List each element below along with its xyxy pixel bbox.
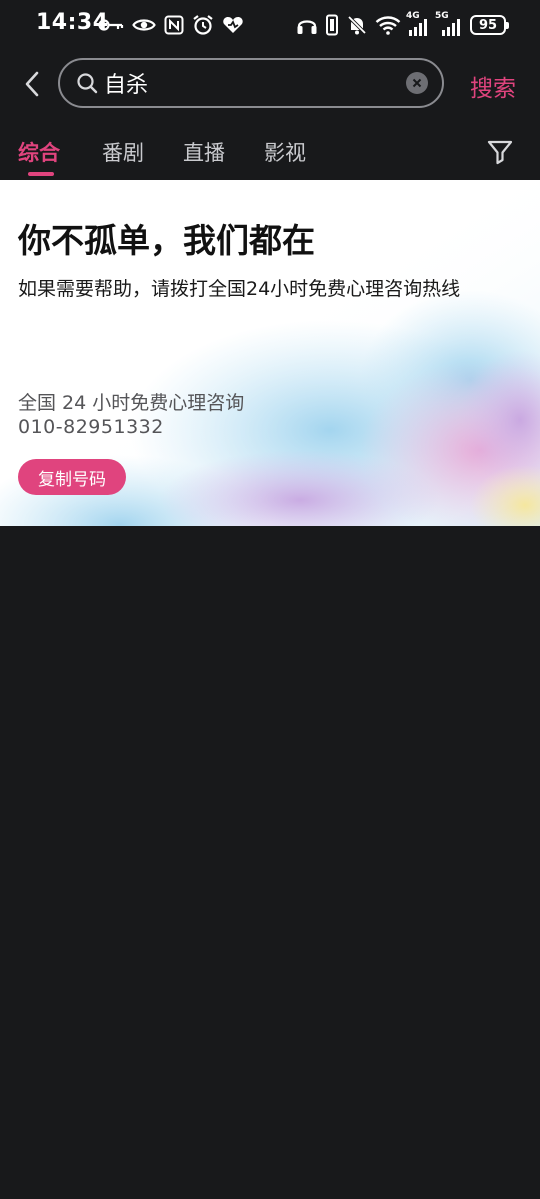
- eye-icon: [132, 16, 156, 34]
- copy-number-button[interactable]: 复制号码: [18, 459, 126, 495]
- battery-icon: 95: [470, 15, 509, 35]
- search-icon: [76, 72, 98, 98]
- alarm-icon: [192, 14, 214, 36]
- mute-icon: [346, 14, 368, 36]
- tab-comprehensive[interactable]: 综合: [18, 137, 60, 167]
- search-header: 搜索: [0, 50, 540, 120]
- wifi-icon: [375, 15, 401, 35]
- hotline-number: 010-82951332: [18, 416, 164, 438]
- tab-bar: 综合 番剧 直播 影视: [0, 120, 540, 180]
- help-card: 你不孤单，我们都在 如果需要帮助，请拨打全国24小时免费心理咨询热线 全国 24…: [0, 180, 540, 526]
- tab-film-tv[interactable]: 影视: [264, 137, 306, 167]
- battery-level: 95: [478, 17, 498, 33]
- nfc-icon: [164, 15, 184, 35]
- heart-icon: [222, 15, 244, 35]
- card-title: 你不孤单，我们都在: [18, 221, 315, 260]
- search-input[interactable]: [104, 60, 394, 106]
- empty-results-area: [0, 526, 540, 1199]
- vibrate-icon: [325, 14, 339, 36]
- signal-4g-icon: 4G: [406, 11, 430, 37]
- signal-5g-icon: 5G: [435, 11, 463, 37]
- back-button[interactable]: [18, 67, 46, 101]
- search-box[interactable]: [58, 58, 444, 108]
- card-subtitle: 如果需要帮助，请拨打全国24小时免费心理咨询热线: [18, 278, 461, 300]
- active-tab-indicator: [28, 172, 54, 176]
- clear-icon[interactable]: [406, 72, 428, 94]
- network-4g-label: 4G: [406, 11, 420, 21]
- network-5g-label: 5G: [435, 11, 449, 21]
- key-icon: [98, 16, 124, 34]
- tab-live[interactable]: 直播: [183, 137, 225, 167]
- status-right-icons: 4G 5G 95: [296, 11, 509, 38]
- tab-bangumi[interactable]: 番剧: [102, 137, 144, 167]
- filter-icon: [487, 140, 513, 165]
- search-submit-button[interactable]: 搜索: [470, 69, 516, 103]
- status-left-icons: [98, 12, 244, 38]
- status-bar: 14:34 4G 5G 95: [0, 0, 540, 50]
- chevron-left-icon: [25, 71, 39, 97]
- headphones-icon: [296, 15, 318, 35]
- filter-button[interactable]: [486, 138, 514, 166]
- hotline-label: 全国 24 小时免费心理咨询: [18, 392, 245, 414]
